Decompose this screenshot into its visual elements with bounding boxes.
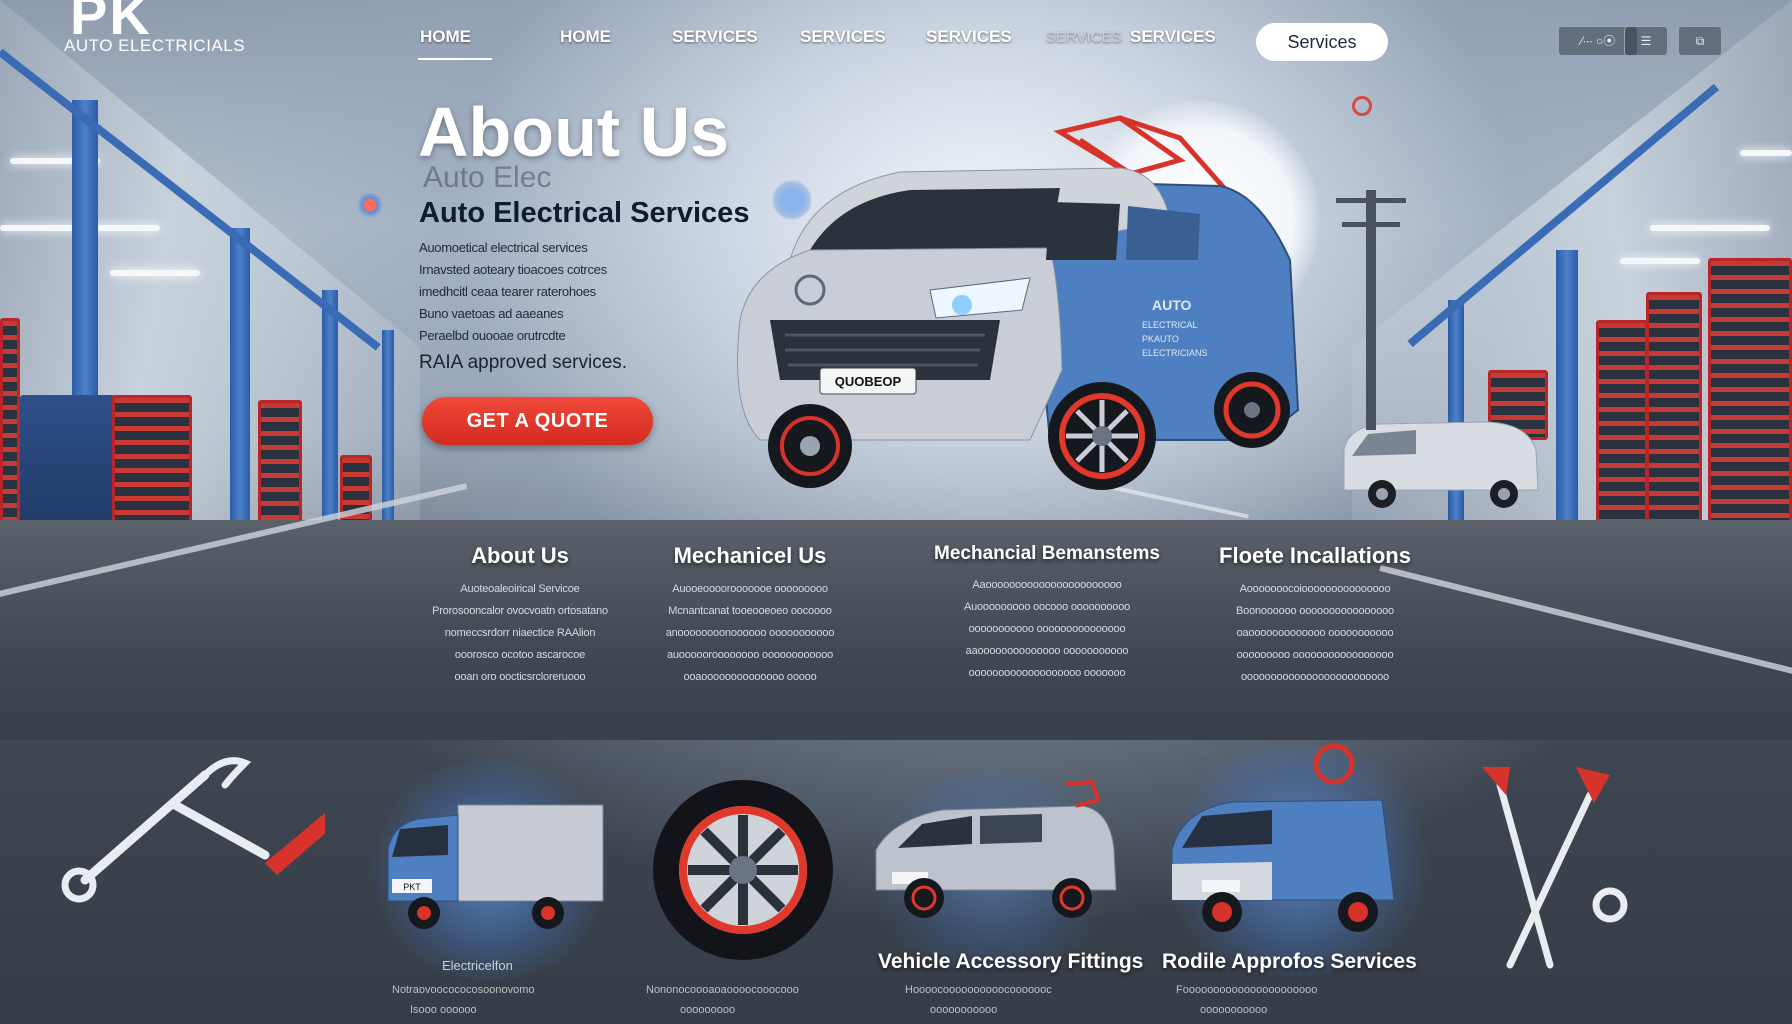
service-title: Mechanicel Us (673, 543, 827, 568)
tool-cabinet (1708, 258, 1792, 548)
card-text-line: Isooo oooooo (410, 1004, 477, 1016)
service-line: aaoooooooooooooo ooooooooooo (965, 645, 1129, 657)
card-text-line: Foooooooooooooooooooooo (1176, 984, 1318, 996)
hero-line: Buno vaetoas ad aaeanes (419, 306, 564, 321)
service-line: Aaooooooooooooooooooooooo (972, 579, 1122, 591)
tool-cabinet (258, 400, 302, 528)
road-line (1111, 485, 1249, 519)
service-line: nomeccsrdorr niaectice RAAlion (444, 627, 596, 639)
tool-cabinet (112, 395, 192, 535)
vehicle-accessory-caption: Vehicle Accessory Fittings (878, 950, 1144, 973)
service-line: Boonoooooo oooooooooooooooo (1236, 605, 1394, 617)
truck-plate: PKT (403, 882, 421, 892)
hero-line: Irnavsted aoteary tioacoes cotrces (419, 262, 607, 277)
service-title: Mechancial Bemanstems (934, 543, 1160, 564)
tool-cabinet (1646, 292, 1702, 532)
menu-icon[interactable]: ☰ (1624, 26, 1668, 56)
utility-pole-bar (1336, 198, 1406, 203)
service-line: ooooooooooo ooooooooooooooo (968, 623, 1126, 635)
truck-caption: Electricelfon (442, 958, 513, 973)
wrench-icon (61, 757, 325, 903)
hero-line: imedhcitl ceaa tearer raterohoes (419, 284, 596, 299)
service-line: ooan oro oocticsrcloreruooo (454, 671, 586, 683)
card-text-line: Nononocoooaoaoooocooocooo (646, 984, 799, 996)
tool-cabinet (0, 318, 20, 538)
tool-cart (20, 395, 115, 535)
nav-active-indicator (418, 58, 492, 60)
van-side-text: ELECTRICAL (1142, 320, 1198, 330)
card-text-line: ooooooooooo (1200, 1004, 1268, 1016)
ceiling-light (110, 270, 200, 276)
hero-description: Auomoetical electrical services Irnavste… (419, 240, 709, 374)
hero-last-line: RAIA approved services. (419, 352, 628, 373)
road (0, 520, 1792, 740)
service-fleet-installations: Floete Incallations Aooooooocoiooooooooo… (1190, 543, 1440, 693)
card-text-line: Hoooocoooooooooocooooooc (905, 984, 1052, 996)
nav-item-services[interactable]: SERVICES (672, 27, 758, 47)
garage-pillar (230, 228, 250, 546)
service-line: ooooooooo ooooooooooooooooo (1236, 649, 1394, 661)
card-text-line: ooooooooo (680, 1004, 736, 1016)
service-line: oaooooooooooooo ooooooooooo (1236, 627, 1394, 639)
mobile-approved-caption: Rodile Approfos Services (1162, 950, 1417, 973)
service-line: Auoteoaleoirical Servicoe (460, 583, 580, 595)
nav-item-services-5[interactable]: SERVICES (1130, 27, 1216, 47)
hero-ghost-heading: Auto Elec (423, 161, 552, 194)
nav-item-services-4[interactable]: SERVICES (1046, 29, 1122, 46)
decor-orb (1352, 96, 1372, 116)
pliers-icon (1482, 767, 1628, 969)
ceiling-light (1620, 258, 1700, 264)
truck-image: PKT (387, 804, 604, 929)
service-title: About Us (471, 543, 569, 568)
service-mechanical: Mechanicel Us Auooeoooorooooooe oooooooo… (630, 543, 870, 693)
service-line: anoooooooonoooooo ooooooooooo (665, 627, 835, 639)
service-line: Auooooooooo oocooo oooooooooo (963, 601, 1131, 613)
garage-pillar (322, 290, 338, 536)
service-line: Auooeoooorooooooe ooooooooo (672, 583, 828, 595)
window-icon[interactable]: ⧉ (1678, 26, 1722, 56)
card-text-line: Notraovoocococosoonovomo (392, 984, 535, 996)
service-line: ooorosco ocotoo ascarocoe (454, 649, 586, 661)
van-side-text: AUTO (1152, 297, 1192, 313)
van-side-text: PKAUTO (1142, 334, 1179, 344)
hero-line: Auomoetical electrical services (419, 240, 588, 255)
service-line: ooooooooooooooooooo ooooooo (968, 667, 1126, 679)
service-about-us: About Us Auoteoaleoirical Servicoe Proro… (400, 543, 640, 693)
service-line: ooooooooooooooooooooooooo (1241, 671, 1389, 683)
decor-orb (357, 192, 383, 218)
tool-cabinet (1596, 320, 1648, 530)
van-side-text: ELECTRICIANS (1142, 348, 1208, 358)
utility-pole-bar (1342, 222, 1400, 227)
ceiling-light (1650, 225, 1770, 231)
service-van-image (1171, 743, 1395, 932)
nav-item-services-2[interactable]: SERVICES (800, 27, 886, 47)
service-title: Floete Incallations (1219, 543, 1411, 568)
get-quote-button[interactable]: GET A QUOTE (422, 397, 653, 445)
service-line: ooaoooooooooooooo ooooo (683, 671, 817, 683)
service-line: Aooooooocoiooooooooooooooo (1239, 583, 1391, 595)
page-title: About Us (418, 93, 730, 171)
van-plate: QUOBEOP (835, 374, 902, 389)
service-mechanical-systems: Mechancial Bemanstems Aaoooooooooooooooo… (922, 543, 1172, 689)
nav-item-home-2[interactable]: HOME (560, 27, 611, 47)
nav-item-home[interactable]: HOME (420, 27, 471, 47)
garage-pillar (1556, 250, 1578, 540)
services-button[interactable]: Services (1256, 23, 1388, 61)
service-line: Mcnantcanat tooeooeoeo oocoooo (668, 605, 832, 617)
van-image (875, 780, 1117, 918)
ceiling-light (1740, 150, 1792, 156)
service-line: auoooooroooooooo oooooooooooo (666, 649, 834, 661)
service-line: Prorosooncalor ovocvoatn ortosatano (432, 605, 608, 617)
card-text-line: ooooooooooo (930, 1004, 998, 1016)
main-nav: HOME HOME SERVICES SERVICES SERVICES SER… (0, 27, 1792, 57)
hero-line: Peraelbd ouooae orutrcdte (419, 328, 566, 343)
hero-van: QUOBEOP AUTO ELECTRICAL PKAUTO ELECTRICI… (737, 115, 1300, 490)
nav-item-services-3[interactable]: SERVICES (926, 27, 1012, 47)
wheel-image (653, 780, 833, 960)
